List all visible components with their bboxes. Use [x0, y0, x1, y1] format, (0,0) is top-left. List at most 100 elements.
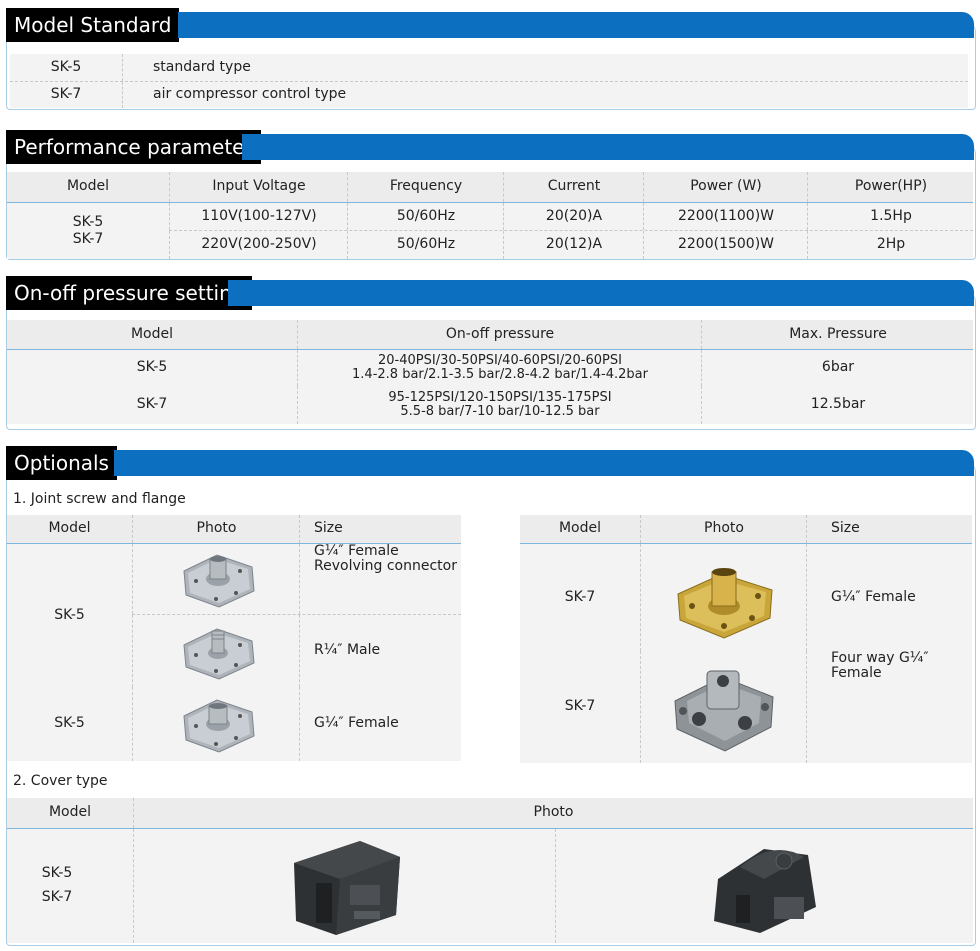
header-on-off-pressure: On-off pressure — [297, 320, 702, 349]
current-cell: 20(20)A — [503, 203, 644, 230]
size-line: Female — [831, 665, 882, 682]
header-model: Model — [558, 520, 602, 537]
photo-cell — [132, 615, 300, 687]
table-row: SK-7 95-125PSI/120-150PSI/135-175PSI 5.5… — [7, 386, 973, 424]
section-bar — [178, 12, 974, 38]
input-voltage-cell: 220V(200-250V) — [169, 231, 348, 259]
header-current: Current — [503, 172, 644, 202]
photo-cell — [133, 829, 556, 943]
psi-values: 95-125PSI/120-150PSI/135-175PSI — [388, 389, 612, 405]
size-line: Four way G¼″ — [831, 650, 929, 666]
photo-cell — [640, 651, 807, 763]
model-sk7: SK-7 — [41, 889, 73, 905]
frequency-cell: 50/60Hz — [347, 231, 504, 259]
bar-values: 1.4-2.8 bar/2.1-3.5 bar/2.8-4.2 bar/1.4-… — [352, 367, 648, 382]
photo-cell — [132, 544, 300, 614]
photo-cell — [555, 829, 973, 943]
performance-body: SK-5 SK-7 110V(100-127V) 50/60Hz 20(20)A… — [7, 202, 973, 259]
brass-flange-image — [677, 567, 773, 639]
header-size: Size — [299, 515, 476, 543]
size-line: G¼″ Female — [314, 543, 399, 559]
on-off-pressure-cell: 20-40PSI/30-50PSI/40-60PSI/20-60PSI 1.4-… — [297, 350, 702, 386]
table-header-row: Model Photo — [7, 798, 973, 828]
header-photo: Photo — [132, 515, 300, 543]
input-voltage-cell: 110V(100-127V) — [169, 203, 348, 230]
joint-table-right: Model Photo Size SK-7 G¼″ Female SK-7 Fo… — [520, 515, 972, 763]
max-pressure-cell: 6bar — [701, 350, 974, 386]
table-row: 110V(100-127V) 50/60Hz 20(20)A 2200(1100… — [169, 203, 973, 231]
table-header-row: Model On-off pressure Max. Pressure — [7, 320, 973, 349]
power-w-cell: 2200(1500)W — [643, 231, 808, 259]
revolving-connector-flange-image — [182, 554, 255, 608]
male-flange-image — [182, 628, 255, 680]
size-cell: G¼″ Female — [299, 687, 476, 761]
section-bar — [242, 134, 974, 160]
header-power-w: Power (W) — [643, 172, 808, 202]
table-row: SK-5 G¼″ Female Revolving connector R¼″ … — [7, 543, 461, 688]
section-bar — [228, 280, 974, 306]
photo-cell — [132, 687, 300, 761]
power-hp-cell: 2Hp — [807, 231, 974, 259]
header-model: Model — [48, 520, 91, 537]
power-hp-cell: 1.5Hp — [807, 203, 974, 230]
model-cell: SK-7 — [136, 396, 168, 413]
table-header-row: Model Photo Size — [520, 515, 972, 543]
pressure-header: On-off pressure setting — [6, 276, 974, 310]
table-row: SK-5 SK-7 — [7, 828, 973, 943]
power-w-cell: 2200(1100)W — [643, 203, 808, 230]
model-cell: SK-7 — [50, 86, 82, 103]
table-row: SK-7 Four way G¼″ Female — [520, 650, 972, 763]
section-bar — [114, 450, 974, 476]
table-row: SK-5 standard type — [10, 54, 968, 82]
table-row: SK-7 G¼″ Female — [520, 543, 972, 652]
cover-front-image — [294, 841, 400, 935]
performance-table: Model Input Voltage Frequency Current Po… — [7, 172, 974, 259]
size-line: Revolving connector — [314, 558, 457, 575]
sub-row: G¼″ Female Revolving connector — [132, 543, 461, 615]
model-cell: SK-5 — [54, 606, 85, 623]
header-power-hp: Power(HP) — [807, 172, 974, 202]
model-sk7: SK-7 — [72, 231, 104, 247]
photo-cell — [640, 544, 807, 651]
optionals-header: Optionals — [6, 446, 974, 480]
table-row: SK-5 G¼″ Female — [7, 687, 461, 761]
on-off-pressure-cell: 95-125PSI/120-150PSI/135-175PSI 5.5-8 ba… — [297, 386, 702, 424]
cover-table: Model Photo SK-5 SK-7 — [7, 798, 973, 943]
table-row: 220V(200-250V) 50/60Hz 20(12)A 2200(1500… — [169, 231, 973, 259]
cover-rear-image — [713, 849, 816, 933]
table-row: SK-7 air compressor control type — [10, 82, 968, 108]
header-photo: Photo — [133, 798, 973, 828]
model-cell: SK-7 — [564, 588, 596, 605]
desc-cell: standard type — [122, 54, 968, 81]
model-sk5: SK-5 — [72, 213, 104, 230]
header-model: Model — [48, 804, 92, 821]
model-sk5: SK-5 — [41, 865, 73, 882]
performance-header: Performance parameter — [6, 130, 974, 164]
size-cell: G¼″ Female Revolving connector — [299, 543, 461, 614]
sub-row: R¼″ Male — [132, 615, 461, 687]
model-cell: SK-5 — [50, 58, 82, 75]
current-cell: 20(12)A — [503, 231, 644, 259]
pressure-table: Model On-off pressure Max. Pressure SK-5… — [7, 320, 973, 426]
model-cell: SK-5 — [54, 715, 85, 732]
table-header-row: Model Photo Size — [7, 515, 461, 543]
desc-cell: air compressor control type — [122, 82, 968, 108]
size-cell: R¼″ Male — [299, 615, 461, 687]
female-flange-image — [182, 699, 255, 753]
table-row: SK-5 20-40PSI/30-50PSI/40-60PSI/20-60PSI… — [7, 349, 973, 387]
header-max-pressure: Max. Pressure — [701, 320, 974, 349]
section-title: Performance parameter — [6, 130, 261, 164]
size-cell: Four way G¼″ Female — [806, 650, 972, 763]
cover-subtitle: 2. Cover type — [13, 773, 108, 789]
model-standard-table: SK-5 standard type SK-7 air compressor c… — [10, 54, 968, 108]
header-photo: Photo — [640, 515, 807, 543]
header-frequency: Frequency — [347, 172, 504, 202]
section-title: On-off pressure setting — [6, 276, 253, 310]
section-title: Model Standard — [6, 8, 180, 42]
header-model: Model — [130, 325, 174, 342]
psi-values: 20-40PSI/30-50PSI/40-60PSI/20-60PSI — [378, 352, 622, 368]
model-cell: SK-5 SK-7 — [7, 829, 107, 943]
section-title: Optionals — [6, 446, 117, 480]
bar-values: 5.5-8 bar/7-10 bar/10-12.5 bar — [400, 404, 600, 419]
model-cell: SK-5 — [136, 359, 168, 376]
